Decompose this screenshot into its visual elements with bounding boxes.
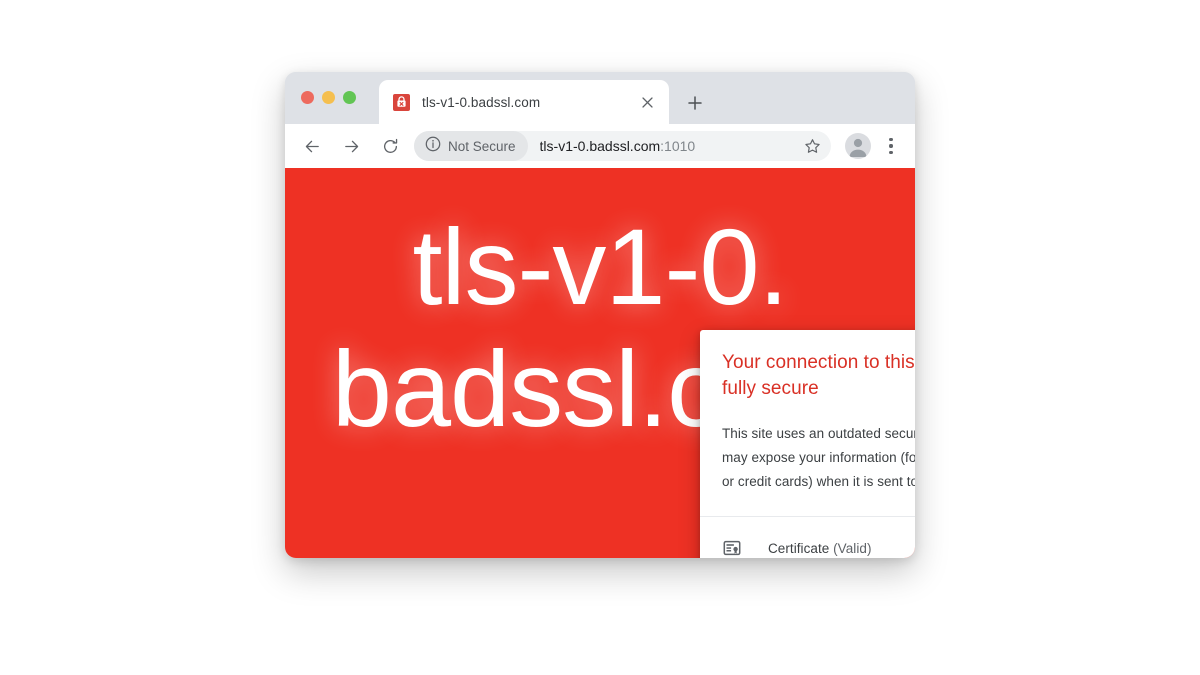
popup-body-text: This site uses an outdated security conf… bbox=[722, 422, 915, 494]
tab-title: tls-v1-0.badssl.com bbox=[422, 94, 541, 110]
browser-tab[interactable]: tls-v1-0.badssl.com bbox=[379, 80, 669, 124]
tab-strip: tls-v1-0.badssl.com bbox=[285, 72, 915, 124]
browser-toolbar: Not Secure tls-v1-0.badssl.com:1010 bbox=[285, 124, 915, 168]
security-status-chip[interactable]: Not Secure bbox=[414, 131, 528, 161]
page-viewport: tls-v1-0. badssl.com Your connection to … bbox=[285, 168, 915, 558]
profile-avatar-button[interactable] bbox=[845, 133, 871, 159]
menu-dot bbox=[889, 144, 893, 148]
menu-item-status: (Valid) bbox=[833, 540, 872, 556]
menu-dot bbox=[889, 137, 893, 142]
new-tab-button[interactable] bbox=[681, 89, 709, 117]
tab-close-icon[interactable] bbox=[637, 92, 657, 112]
popup-message-section: Your connection to this site is not full… bbox=[700, 330, 915, 516]
window-traffic-lights bbox=[301, 91, 356, 104]
menu-dot bbox=[889, 150, 893, 155]
security-status-label: Not Secure bbox=[448, 138, 516, 154]
url-host: tls-v1-0.badssl.com bbox=[539, 138, 661, 154]
url-port: :1010 bbox=[660, 138, 696, 154]
certificate-icon bbox=[722, 538, 742, 558]
info-circle-icon bbox=[425, 136, 441, 157]
window-zoom-button[interactable] bbox=[343, 91, 356, 104]
menu-item-name: Certificate bbox=[768, 540, 834, 556]
browser-window: tls-v1-0.badssl.com Not Secure tls-v1-0.… bbox=[285, 72, 915, 558]
window-close-button[interactable] bbox=[301, 91, 314, 104]
star-outline-icon[interactable] bbox=[799, 133, 825, 159]
site-security-popup: Your connection to this site is not full… bbox=[700, 330, 915, 558]
page-heading-line1: tls-v1-0. bbox=[412, 206, 788, 327]
reload-button[interactable] bbox=[375, 131, 405, 161]
back-button[interactable] bbox=[297, 131, 327, 161]
forward-button[interactable] bbox=[336, 131, 366, 161]
person-icon bbox=[849, 138, 867, 157]
popup-menu-section: Certificate (Valid) Cookies (0 in use) bbox=[700, 517, 915, 558]
omnibox[interactable]: Not Secure tls-v1-0.badssl.com:1010 bbox=[414, 131, 831, 161]
three-dots-vertical-icon[interactable] bbox=[879, 132, 903, 160]
popup-menu-item-certificate[interactable]: Certificate (Valid) bbox=[700, 528, 915, 558]
broken-lock-icon bbox=[393, 93, 410, 111]
window-minimize-button[interactable] bbox=[322, 91, 335, 104]
popup-heading: Your connection to this site is not full… bbox=[722, 352, 915, 399]
popup-body-sentence: This site uses an outdated security conf… bbox=[722, 426, 915, 489]
omnibox-url-text[interactable]: tls-v1-0.badssl.com:1010 bbox=[540, 138, 795, 154]
popup-menu-label: Certificate (Valid) bbox=[768, 541, 871, 556]
